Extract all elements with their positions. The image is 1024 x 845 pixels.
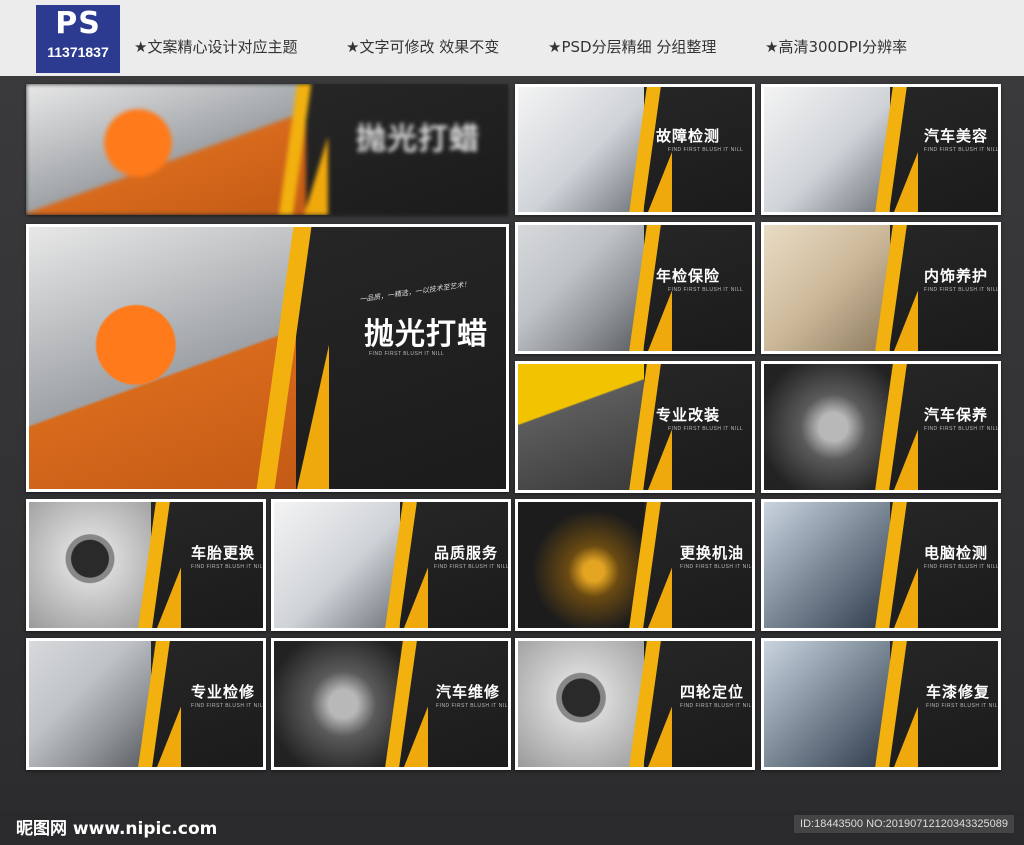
card-photo bbox=[274, 641, 401, 767]
card-3: 年检保险 FIND FIRST BLUSH IT NILL bbox=[515, 222, 755, 354]
card-10: 电脑检测 FIND FIRST BLUSH IT NILL bbox=[761, 499, 1001, 631]
card-photo bbox=[764, 502, 891, 628]
card-photo bbox=[518, 502, 645, 628]
card-sub: FIND FIRST BLUSH IT NILL bbox=[680, 564, 752, 570]
card-sub: FIND FIRST BLUSH IT NILL bbox=[436, 703, 508, 709]
card-sub: FIND FIRST BLUSH IT NILL bbox=[668, 426, 744, 432]
card-sub: FIND FIRST BLUSH IT NILL bbox=[191, 703, 263, 709]
card-sub: FIND FIRST BLUSH IT NILL bbox=[434, 564, 508, 570]
feature-3: ★PSD分层精细 分组整理 bbox=[548, 38, 717, 56]
card-sub: FIND FIRST BLUSH IT NILL bbox=[668, 287, 744, 293]
card-7: 车胎更换 FIND FIRST BLUSH IT NILL bbox=[26, 499, 266, 631]
card-5: 专业改装 FIND FIRST BLUSH IT NILL bbox=[515, 361, 755, 493]
hero-sub: FIND FIRST BLUSH IT NILL bbox=[369, 351, 445, 357]
card-title: 品质服务 bbox=[434, 544, 499, 562]
card-photo bbox=[518, 225, 645, 351]
hero-card: 一品质，一精选，一以技术至艺术！ 抛光打蜡 FIND FIRST BLUSH I… bbox=[26, 224, 509, 492]
card-1: 故障检测 FIND FIRST BLUSH IT NILL bbox=[515, 84, 755, 215]
card-12: 汽车维修 FIND FIRST BLUSH IT NILL bbox=[271, 638, 511, 770]
card-title: 故障检测 bbox=[656, 127, 721, 145]
card-photo bbox=[764, 641, 891, 767]
banner-card: 抛光打蜡 bbox=[26, 84, 508, 215]
card-photo bbox=[518, 87, 645, 212]
card-sub: FIND FIRST BLUSH IT NILL bbox=[668, 147, 744, 153]
nipic-watermark[interactable]: 昵图网 www.nipic.com bbox=[16, 814, 217, 839]
card-sub: FIND FIRST BLUSH IT NILL bbox=[680, 703, 752, 709]
feature-4: ★高清300DPI分辨率 bbox=[765, 38, 908, 56]
card-title: 车胎更换 bbox=[191, 544, 256, 562]
card-sub: FIND FIRST BLUSH IT NILL bbox=[191, 564, 263, 570]
banner-photo bbox=[26, 84, 306, 215]
hero-title: 抛光打蜡 bbox=[364, 317, 488, 352]
card-8: 品质服务 FIND FIRST BLUSH IT NILL bbox=[271, 499, 511, 631]
card-11: 专业检修 FIND FIRST BLUSH IT NILL bbox=[26, 638, 266, 770]
card-title: 内饰养护 bbox=[924, 267, 989, 285]
ps-logo-id: 11371837 bbox=[47, 44, 109, 60]
ps-logo-text: PS bbox=[55, 6, 101, 41]
card-13: 四轮定位 FIND FIRST BLUSH IT NILL bbox=[515, 638, 755, 770]
card-2: 汽车美容 FIND FIRST BLUSH IT NILL bbox=[761, 84, 1001, 215]
card-sub: FIND FIRST BLUSH IT NILL bbox=[924, 287, 998, 293]
card-sub: FIND FIRST BLUSH IT NILL bbox=[924, 147, 998, 153]
card-title: 汽车美容 bbox=[924, 127, 989, 145]
feature-2: ★文字可修改 效果不变 bbox=[346, 38, 500, 56]
card-sub: FIND FIRST BLUSH IT NILL bbox=[926, 703, 998, 709]
card-photo bbox=[764, 225, 891, 351]
card-photo bbox=[518, 641, 645, 767]
card-14: 车漆修复 FIND FIRST BLUSH IT NILL bbox=[761, 638, 1001, 770]
card-6: 汽车保养 FIND FIRST BLUSH IT NILL bbox=[761, 361, 1001, 493]
card-photo bbox=[518, 364, 645, 490]
card-4: 内饰养护 FIND FIRST BLUSH IT NILL bbox=[761, 222, 1001, 354]
card-title: 四轮定位 bbox=[680, 683, 745, 701]
card-9: 更换机油 FIND FIRST BLUSH IT NILL bbox=[515, 499, 755, 631]
card-title: 汽车保养 bbox=[924, 406, 989, 424]
card-photo bbox=[764, 364, 891, 490]
card-title: 专业改装 bbox=[656, 406, 721, 424]
card-photo bbox=[29, 502, 151, 628]
card-photo bbox=[29, 641, 151, 767]
card-photo bbox=[274, 502, 401, 628]
card-title: 专业检修 bbox=[191, 683, 256, 701]
top-bar: PS 11371837 ★文案精心设计对应主题 ★文字可修改 效果不变 ★PSD… bbox=[0, 0, 1024, 76]
card-sub: FIND FIRST BLUSH IT NILL bbox=[924, 426, 998, 432]
card-title: 更换机油 bbox=[680, 544, 745, 562]
card-title: 年检保险 bbox=[656, 267, 721, 285]
card-sub: FIND FIRST BLUSH IT NILL bbox=[924, 564, 998, 570]
feature-1: ★文案精心设计对应主题 bbox=[134, 38, 298, 56]
card-title: 车漆修复 bbox=[926, 683, 991, 701]
image-id-code: ID:18443500 NO:20190712120343325089 bbox=[794, 815, 1014, 833]
banner-title: 抛光打蜡 bbox=[356, 122, 480, 157]
card-title: 电脑检测 bbox=[924, 544, 989, 562]
ps-logo: PS 11371837 bbox=[36, 5, 120, 73]
card-photo bbox=[764, 87, 891, 212]
card-title: 汽车维修 bbox=[436, 683, 501, 701]
hero-photo bbox=[29, 227, 297, 489]
